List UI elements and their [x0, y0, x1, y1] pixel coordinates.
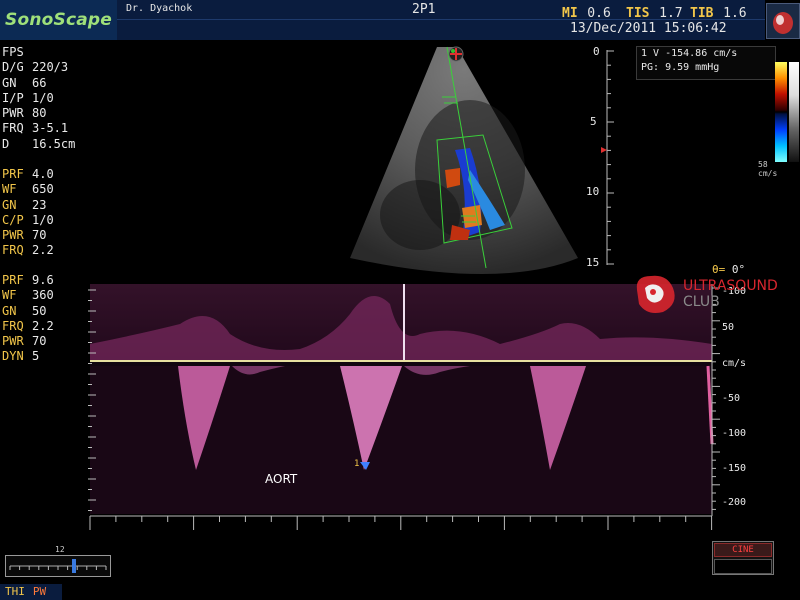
cine-control[interactable]: CINE — [712, 541, 774, 575]
svg-text:50: 50 — [722, 322, 734, 333]
grayscale-bar — [789, 62, 799, 162]
svg-text:0: 0 — [593, 45, 600, 58]
svg-text:10: 10 — [586, 185, 599, 198]
orientation-icon — [448, 46, 464, 62]
pressure-gradient: PG: 9.59 mmHg — [641, 62, 720, 73]
velocity-measurement: 1 V -154.86 cm/s — [641, 48, 738, 59]
depth-scale: 0 5 10 15 — [586, 45, 614, 269]
angle-correction: θ= 0° — [712, 263, 746, 276]
slider-handle[interactable] — [72, 559, 76, 573]
date-time: 13/Dec/2011 15:06:42 — [570, 21, 727, 36]
svg-text:cm/s: cm/s — [722, 358, 746, 369]
annotation-label: AORT — [265, 472, 298, 486]
cine-button[interactable]: CINE — [714, 543, 772, 557]
brand-name: SonoScape — [5, 10, 112, 30]
time-axis — [89, 515, 713, 530]
operator-name: Dr. Dyachok — [126, 3, 193, 14]
brand-logo: SonoScape — [0, 0, 117, 40]
svg-text:-150: -150 — [722, 463, 746, 474]
pw-mode-label: PW — [32, 585, 47, 598]
thi-mode-label: THI — [5, 585, 25, 598]
cine-progress — [714, 559, 772, 574]
tis-index: TIS 1.7 — [626, 6, 683, 21]
slider-value: 12 — [55, 545, 65, 554]
measurement-readout: 1 V -154.86 cm/s PG: 9.59 mmHg — [636, 46, 776, 80]
color-velocity-bar — [775, 62, 787, 162]
ultrasound-club-logo-icon — [636, 275, 675, 313]
probe-label: 2P1 — [412, 2, 436, 17]
velocity-scale: -100 50 cm/s -50 -100 -150 -200 — [711, 284, 746, 516]
svg-text:-50: -50 — [722, 393, 740, 404]
watermark-text: ULTRASOUND CLUB — [683, 278, 778, 310]
tib-index: TIB 1.6 — [690, 6, 747, 21]
patient-thumbnail-icon[interactable] — [766, 3, 800, 39]
cine-slider[interactable] — [5, 555, 111, 577]
svg-text:-100: -100 — [722, 428, 746, 439]
spectral-doppler[interactable]: 1 -100 50 cm/s -50 -100 -150 -200 — [0, 284, 800, 534]
focus-marker-icon — [601, 147, 607, 153]
mode-indicator: THI PW — [0, 584, 62, 600]
svg-text:-200: -200 — [722, 497, 746, 508]
svg-text:5: 5 — [590, 115, 597, 128]
color-scale-label: 58 cm/s — [758, 160, 778, 178]
svg-text:15: 15 — [586, 256, 599, 269]
mi-index: MI 0.6 — [562, 6, 611, 21]
cursor-marker: 1 — [354, 459, 359, 469]
